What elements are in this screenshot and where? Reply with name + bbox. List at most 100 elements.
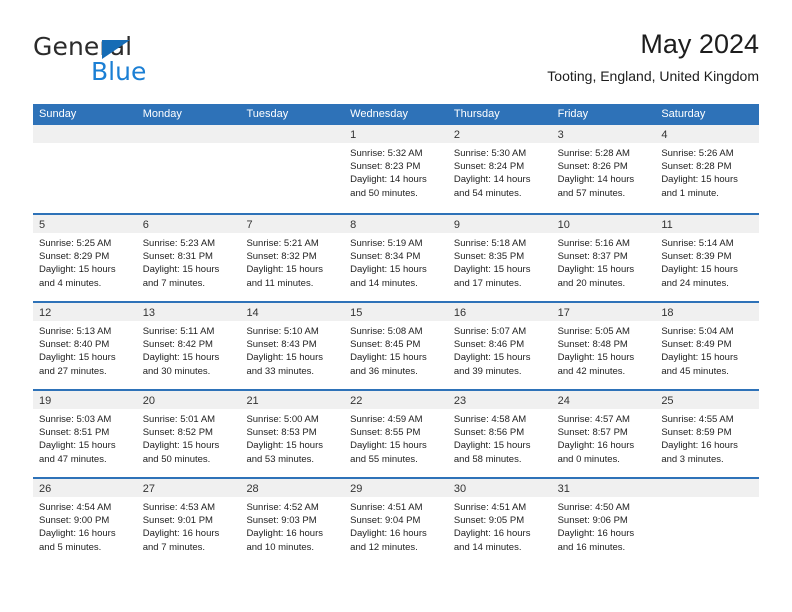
day-number-strip: 14 <box>240 303 345 321</box>
calendar-day-cell[interactable]: 28 Sunrise: 4:52 AM Sunset: 9:03 PM Dayligh… <box>240 479 345 565</box>
calendar-day-cell[interactable]: 23 Sunrise: 4:58 AM Sunset: 8:56 PM Dayligh… <box>447 391 552 477</box>
sunrise-text: Sunrise: 5:10 AM <box>246 326 319 337</box>
daylight-text-line1: Daylight: 16 hours <box>39 528 116 540</box>
daylight-text-line1: Daylight: 15 hours <box>39 352 116 364</box>
sunrise-text: Sunrise: 4:51 AM <box>350 502 423 513</box>
day-details: Sunrise: 5:18 AM Sunset: 8:35 PM Daylight:… <box>448 233 552 290</box>
calendar-day-cell[interactable]: 9 Sunrise: 5:18 AM Sunset: 8:35 PM Daylight… <box>447 215 552 301</box>
sunrise-text: Sunrise: 5:00 AM <box>246 414 319 425</box>
page-subtitle: Tooting, England, United Kingdom <box>547 67 759 84</box>
sunset-text: Sunset: 8:53 PM <box>246 427 317 439</box>
daylight-text-line1: Daylight: 15 hours <box>557 352 635 364</box>
calendar-day-cell[interactable]: 26 Sunrise: 4:54 AM Sunset: 9:00 PM Dayligh… <box>33 479 137 565</box>
sunset-text: Sunset: 9:01 PM <box>142 515 213 527</box>
calendar-day-cell[interactable]: 10 Sunrise: 5:16 AM Sunset: 8:37 PM Dayligh… <box>551 215 656 301</box>
calendar-day-cell[interactable]: 8 Sunrise: 5:19 AM Sunset: 8:34 PM Daylight… <box>344 215 448 301</box>
weekday-header-wednesday: Wednesday <box>350 108 409 120</box>
daylight-text-line2: and 7 minutes. <box>142 541 206 553</box>
sunrise-text: Sunrise: 4:58 AM <box>453 414 527 425</box>
day-details: Sunrise: 5:04 AM Sunset: 8:49 PM Daylight:… <box>655 321 759 378</box>
day-number: 21 <box>246 395 259 407</box>
sunrise-text: Sunrise: 5:30 AM <box>453 148 527 159</box>
day-number-strip: 1 <box>344 125 448 143</box>
calendar-day-cell[interactable]: 1 Sunrise: 5:32 AM Sunset: 8:23 PM Daylight… <box>344 125 448 213</box>
weekday-header-friday: Friday <box>557 108 589 120</box>
day-number-strip: 15 <box>344 303 448 321</box>
sunset-text: Sunset: 8:51 PM <box>39 427 110 439</box>
calendar-day-cell[interactable]: 5 Sunrise: 5:25 AM Sunset: 8:29 PM Daylight… <box>33 215 137 301</box>
sunrise-text: Sunrise: 5:03 AM <box>39 414 112 425</box>
calendar-day-cell[interactable]: 30 Sunrise: 4:51 AM Sunset: 9:05 PM Dayligh… <box>447 479 552 565</box>
calendar-day-cell[interactable]: 22 Sunrise: 4:59 AM Sunset: 8:55 PM Dayligh… <box>344 391 448 477</box>
sunrise-text: Sunrise: 5:28 AM <box>557 148 630 159</box>
day-details: Sunrise: 5:11 AM Sunset: 8:42 PM Daylight:… <box>137 321 241 378</box>
calendar-day-cell[interactable]: 31 Sunrise: 4:50 AM Sunset: 9:06 PM Dayligh… <box>551 479 656 565</box>
daylight-text-line2: and 4 minutes. <box>39 277 102 289</box>
day-details: Sunrise: 5:19 AM Sunset: 8:34 PM Daylight:… <box>344 233 448 290</box>
calendar-day-cell[interactable]: 18 Sunrise: 5:04 AM Sunset: 8:49 PM Dayligh… <box>655 303 760 389</box>
day-number-strip: 24 <box>551 391 656 409</box>
calendar-day-cell[interactable]: 15 Sunrise: 5:08 AM Sunset: 8:45 PM Dayligh… <box>344 303 448 389</box>
day-number: 1 <box>350 129 357 141</box>
calendar-day-cell[interactable]: 11 Sunrise: 5:14 AM Sunset: 8:39 PM Dayligh… <box>655 215 760 301</box>
day-number: 28 <box>246 483 259 495</box>
daylight-text-line1: Daylight: 15 hours <box>246 440 324 452</box>
calendar-day-cell[interactable]: 21 Sunrise: 5:00 AM Sunset: 8:53 PM Dayligh… <box>240 391 345 477</box>
calendar-day-cell[interactable]: 17 Sunrise: 5:05 AM Sunset: 8:48 PM Dayligh… <box>551 303 656 389</box>
day-number: 20 <box>142 395 155 407</box>
general-blue-logo[interactable]: General Blue <box>33 34 253 96</box>
daylight-text-line1: Daylight: 16 hours <box>246 528 324 540</box>
calendar-day-cell[interactable]: 6 Sunrise: 5:23 AM Sunset: 8:31 PM Daylight… <box>136 215 241 301</box>
calendar-day-cell[interactable]: 12 Sunrise: 5:13 AM Sunset: 8:40 PM Dayligh… <box>33 303 137 389</box>
daylight-text-line2: and 30 minutes. <box>142 365 211 377</box>
sunrise-text: Sunrise: 4:50 AM <box>557 502 630 513</box>
calendar-day-cell[interactable]: 20 Sunrise: 5:01 AM Sunset: 8:52 PM Dayligh… <box>136 391 241 477</box>
sunset-text: Sunset: 8:40 PM <box>39 339 110 351</box>
day-details: Sunrise: 5:32 AM Sunset: 8:23 PM Daylight:… <box>344 143 448 200</box>
day-number: 4 <box>661 129 668 141</box>
calendar-day-cell[interactable]: 7 Sunrise: 5:21 AM Sunset: 8:32 PM Daylight… <box>240 215 345 301</box>
calendar-day-cell[interactable]: 14 Sunrise: 5:10 AM Sunset: 8:43 PM Dayligh… <box>240 303 345 389</box>
sunset-text: Sunset: 8:39 PM <box>661 251 732 263</box>
weekday-header-saturday: Saturday <box>661 108 706 120</box>
sunrise-text: Sunrise: 4:51 AM <box>453 502 527 513</box>
day-number-strip: 28 <box>240 479 345 497</box>
sunrise-text: Sunrise: 4:55 AM <box>661 414 734 425</box>
day-number-strip: 29 <box>344 479 448 497</box>
calendar-day-cell[interactable]: 27 Sunrise: 4:53 AM Sunset: 9:01 PM Dayligh… <box>136 479 241 565</box>
day-details: Sunrise: 5:03 AM Sunset: 8:51 PM Daylight:… <box>33 409 137 466</box>
day-details: Sunrise: 4:55 AM Sunset: 8:59 PM Daylight:… <box>655 409 759 466</box>
sunrise-text: Sunrise: 5:18 AM <box>453 238 527 249</box>
sunrise-text: Sunrise: 5:16 AM <box>557 238 630 249</box>
day-number: 23 <box>453 395 467 407</box>
sunrise-text: Sunrise: 4:52 AM <box>246 502 319 513</box>
day-number-strip: 7 <box>240 215 345 233</box>
calendar-day-cell[interactable]: 2 Sunrise: 5:30 AM Sunset: 8:24 PM Daylight… <box>447 125 552 213</box>
sunset-text: Sunset: 8:43 PM <box>246 339 317 351</box>
day-details: Sunrise: 5:08 AM Sunset: 8:45 PM Daylight:… <box>344 321 448 378</box>
calendar-day-cell[interactable]: 4 Sunrise: 5:26 AM Sunset: 8:28 PM Daylight… <box>655 125 760 213</box>
day-number: 15 <box>350 307 363 319</box>
calendar-day-cell[interactable]: 25 Sunrise: 4:55 AM Sunset: 8:59 PM Dayligh… <box>655 391 760 477</box>
weekday-header-row: Sunday Monday Tuesday Wednesday Thursday Frid… <box>33 104 759 125</box>
daylight-text-line2: and 10 minutes. <box>246 541 315 553</box>
day-number: 8 <box>350 219 357 231</box>
calendar-day-cell[interactable]: 29 Sunrise: 4:51 AM Sunset: 9:04 PM Dayligh… <box>344 479 448 565</box>
calendar-day-cell[interactable]: 19 Sunrise: 5:03 AM Sunset: 8:51 PM Dayligh… <box>33 391 137 477</box>
sunset-text: Sunset: 9:04 PM <box>350 515 421 527</box>
weekday-header-sunday: Sunday <box>39 108 77 120</box>
calendar-day-cell[interactable]: 24 Sunrise: 4:57 AM Sunset: 8:57 PM Dayligh… <box>551 391 656 477</box>
sunrise-text: Sunrise: 4:54 AM <box>39 502 112 513</box>
day-number: 9 <box>453 219 460 231</box>
sunrise-text: Sunrise: 5:11 AM <box>142 326 215 337</box>
calendar-day-cell[interactable]: 16 Sunrise: 5:07 AM Sunset: 8:46 PM Dayligh… <box>447 303 552 389</box>
day-details: Sunrise: 5:28 AM Sunset: 8:26 PM Daylight:… <box>552 143 656 200</box>
daylight-text-line2: and 50 minutes. <box>142 453 211 465</box>
day-number: 5 <box>39 219 46 231</box>
sunset-text: Sunset: 8:46 PM <box>453 339 525 351</box>
daylight-text-line1: Daylight: 14 hours <box>557 174 635 186</box>
calendar-day-cell[interactable]: 3 Sunrise: 5:28 AM Sunset: 8:26 PM Daylight… <box>551 125 656 213</box>
daylight-text-line2: and 5 minutes. <box>39 541 102 553</box>
calendar-day-cell[interactable]: 13 Sunrise: 5:11 AM Sunset: 8:42 PM Dayligh… <box>136 303 241 389</box>
day-number: 18 <box>661 307 674 319</box>
